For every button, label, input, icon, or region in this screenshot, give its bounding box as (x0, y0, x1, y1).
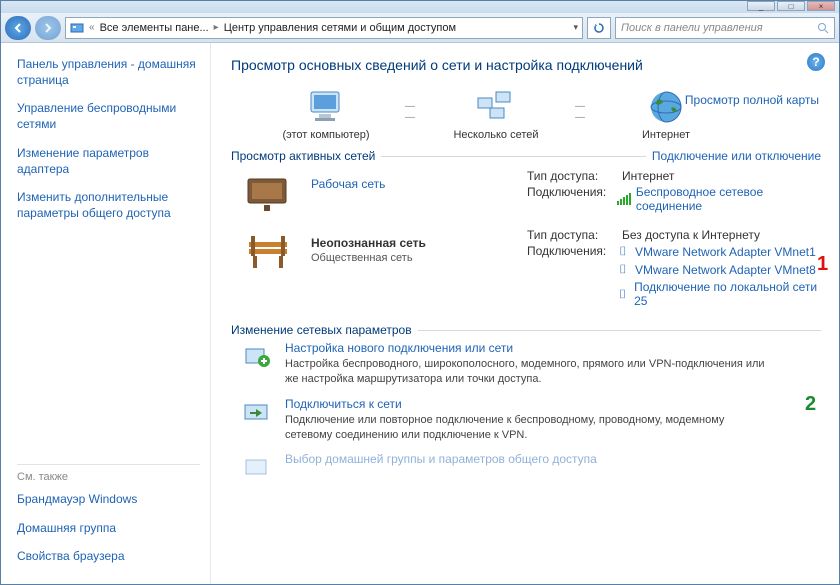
sidebar-link-sharing[interactable]: Изменить дополнительные параметры общего… (17, 189, 200, 221)
task-homegroup[interactable]: Выбор домашней группы и параметров общег… (241, 452, 821, 484)
minimize-button[interactable]: _ (747, 1, 775, 11)
vmware-adapter-1-link[interactable]: ⌷VMware Network Adapter VMnet1 (616, 244, 821, 259)
task-new-connection[interactable]: Настройка нового подключения или сети На… (241, 341, 821, 387)
access-label: Тип доступа: (527, 169, 622, 183)
bench-icon (241, 228, 295, 276)
sidebar: Панель управления - домашняя страница Уп… (1, 43, 211, 584)
dropdown-icon[interactable]: ▾ (573, 22, 578, 33)
sidebar-link-adapter[interactable]: Изменение параметров адаптера (17, 145, 200, 177)
maximize-button[interactable]: □ (777, 1, 805, 11)
multi-network-icon (474, 87, 518, 127)
connections-label: Подключения: (527, 185, 617, 216)
annotation-number-1: 1 (817, 253, 828, 276)
network-name-link[interactable]: Рабочая сеть (311, 177, 385, 191)
computer-icon (304, 87, 348, 127)
see-also-label: См. также (17, 464, 200, 483)
map-connector: — — (571, 87, 591, 123)
divider (381, 156, 646, 157)
task-connect-network[interactable]: Подключиться к сети Подключение или повт… (241, 397, 821, 443)
task-description: Подключение или повторное подключение к … (285, 413, 765, 443)
back-button[interactable] (5, 16, 31, 40)
search-icon (817, 22, 829, 34)
connect-disconnect-link[interactable]: Подключение или отключение (652, 149, 821, 163)
forward-button[interactable] (35, 16, 61, 40)
homegroup-icon (241, 452, 273, 484)
network-row-unidentified: Неопознанная сеть Общественная сеть Тип … (241, 228, 821, 313)
network-type: Общественная сеть (311, 252, 511, 264)
wireless-connection-link[interactable]: Беспроводное сетевое соединение (617, 185, 821, 213)
access-value: Интернет (622, 169, 674, 183)
breadcrumb-item[interactable]: Все элементы пане... (100, 22, 209, 34)
sidebar-link-browser[interactable]: Свойства браузера (17, 548, 200, 564)
control-panel-icon (70, 21, 84, 35)
adapter-icon: ⌷ (616, 262, 630, 277)
page-title: Просмотр основных сведений о сети и наст… (231, 57, 821, 73)
map-node-label: Интернет (642, 129, 690, 141)
help-icon[interactable]: ? (807, 53, 825, 71)
search-box[interactable]: Поиск в панели управления (615, 17, 835, 39)
connections-label: Подключения: (527, 244, 616, 311)
map-connector: — — (401, 87, 421, 123)
vmware-adapter-2-link[interactable]: ⌷VMware Network Adapter VMnet8 (616, 262, 821, 277)
new-connection-icon (241, 341, 273, 373)
section-network-params: Изменение сетевых параметров (231, 323, 412, 337)
signal-icon (617, 193, 631, 205)
breadcrumb-item[interactable]: Центр управления сетями и общим доступом (224, 22, 456, 34)
adapter-icon: ⌷ (616, 287, 629, 302)
adapter-icon: ⌷ (616, 244, 630, 259)
network-name: Неопознанная сеть (311, 236, 511, 250)
search-placeholder: Поиск в панели управления (621, 22, 763, 34)
address-bar: « Все элементы пане... ▸ Центр управлени… (1, 13, 839, 43)
breadcrumb-bar[interactable]: « Все элементы пане... ▸ Центр управлени… (65, 17, 583, 39)
sidebar-link-homegroup[interactable]: Домашняя группа (17, 520, 200, 536)
task-title: Настройка нового подключения или сети (285, 341, 765, 355)
titlebar: _ □ × (1, 1, 839, 13)
chevron-icon: « (89, 22, 95, 33)
map-node-label: Несколько сетей (453, 129, 538, 141)
network-row-work: Рабочая сеть Тип доступа:Интернет Подклю… (241, 169, 821, 218)
task-title: Выбор домашней группы и параметров общег… (285, 452, 597, 466)
local-connection-link[interactable]: ⌷Подключение по локальной сети 25 (616, 280, 821, 308)
map-node-label: (этот компьютер) (282, 129, 369, 141)
globe-icon (644, 87, 688, 127)
window: _ □ × « Все элементы пане... ▸ Центр упр… (0, 0, 840, 585)
view-full-map-link[interactable]: Просмотр полной карты (685, 93, 819, 107)
sidebar-link-firewall[interactable]: Брандмауэр Windows (17, 491, 200, 507)
work-network-icon (241, 169, 295, 217)
task-description: Настройка беспроводного, широкополосного… (285, 357, 765, 387)
chevron-icon: ▸ (214, 22, 219, 33)
section-active-networks: Просмотр активных сетей (231, 149, 375, 163)
access-label: Тип доступа: (527, 228, 622, 242)
main-content: ? Просмотр основных сведений о сети и на… (211, 43, 839, 584)
close-button[interactable]: × (807, 1, 835, 11)
sidebar-link-wireless[interactable]: Управление беспроводными сетями (17, 100, 200, 132)
sidebar-header[interactable]: Панель управления - домашняя страница (17, 57, 200, 88)
divider (418, 330, 821, 331)
refresh-button[interactable] (587, 17, 611, 39)
task-title: Подключиться к сети (285, 397, 765, 411)
annotation-number-2: 2 (805, 393, 816, 416)
connect-icon (241, 397, 273, 429)
access-value: Без доступа к Интернету (622, 228, 760, 242)
